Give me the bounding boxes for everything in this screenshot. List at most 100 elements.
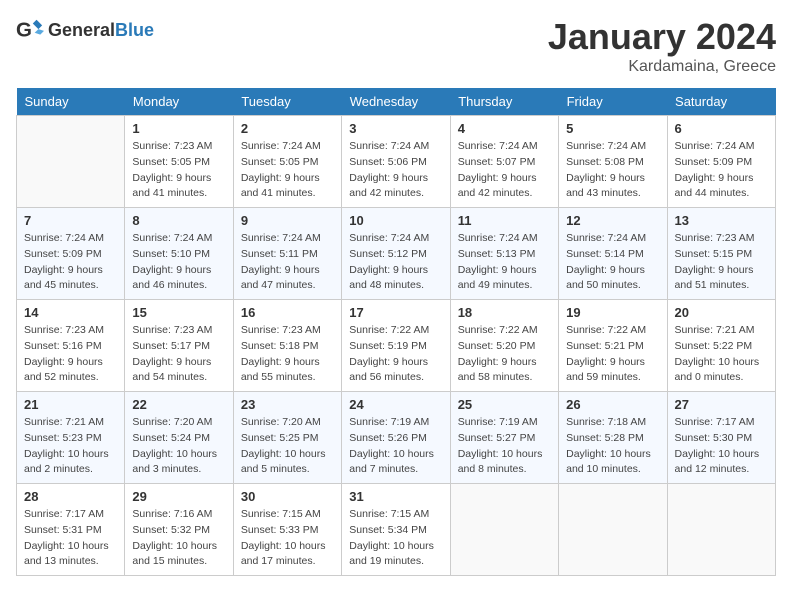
day-number: 10 — [349, 213, 442, 228]
day-number: 26 — [566, 397, 659, 412]
day-number: 9 — [241, 213, 334, 228]
sunrise-label: Sunrise: 7:23 AM — [24, 324, 104, 336]
sunset-label: Sunset: 5:08 PM — [566, 156, 644, 168]
day-number: 15 — [132, 305, 225, 320]
daylight-label: Daylight: 9 hours and 51 minutes. — [675, 264, 754, 292]
daylight-label: Daylight: 10 hours and 5 minutes. — [241, 448, 326, 476]
day-number: 30 — [241, 489, 334, 504]
calendar-cell: 17 Sunrise: 7:22 AM Sunset: 5:19 PM Dayl… — [342, 300, 450, 392]
day-info: Sunrise: 7:23 AM Sunset: 5:16 PM Dayligh… — [24, 323, 117, 386]
day-info: Sunrise: 7:24 AM Sunset: 5:09 PM Dayligh… — [24, 231, 117, 294]
sunrise-label: Sunrise: 7:17 AM — [24, 508, 104, 520]
sunrise-label: Sunrise: 7:20 AM — [132, 416, 212, 428]
sunset-label: Sunset: 5:23 PM — [24, 432, 102, 444]
sunset-label: Sunset: 5:20 PM — [458, 340, 536, 352]
day-number: 25 — [458, 397, 551, 412]
day-info: Sunrise: 7:24 AM Sunset: 5:14 PM Dayligh… — [566, 231, 659, 294]
sunrise-label: Sunrise: 7:15 AM — [349, 508, 429, 520]
weekday-friday: Friday — [559, 88, 667, 116]
day-info: Sunrise: 7:21 AM Sunset: 5:22 PM Dayligh… — [675, 323, 768, 386]
daylight-label: Daylight: 9 hours and 50 minutes. — [566, 264, 645, 292]
day-number: 14 — [24, 305, 117, 320]
daylight-label: Daylight: 9 hours and 49 minutes. — [458, 264, 537, 292]
day-info: Sunrise: 7:22 AM Sunset: 5:19 PM Dayligh… — [349, 323, 442, 386]
day-number: 2 — [241, 121, 334, 136]
daylight-label: Daylight: 9 hours and 41 minutes. — [132, 172, 211, 200]
calendar-cell — [17, 116, 125, 208]
sunrise-label: Sunrise: 7:23 AM — [132, 324, 212, 336]
day-info: Sunrise: 7:23 AM Sunset: 5:15 PM Dayligh… — [675, 231, 768, 294]
calendar-cell: 23 Sunrise: 7:20 AM Sunset: 5:25 PM Dayl… — [233, 392, 341, 484]
calendar-cell: 1 Sunrise: 7:23 AM Sunset: 5:05 PM Dayli… — [125, 116, 233, 208]
calendar-cell: 8 Sunrise: 7:24 AM Sunset: 5:10 PM Dayli… — [125, 208, 233, 300]
daylight-label: Daylight: 9 hours and 42 minutes. — [458, 172, 537, 200]
sunset-label: Sunset: 5:19 PM — [349, 340, 427, 352]
day-info: Sunrise: 7:17 AM Sunset: 5:30 PM Dayligh… — [675, 415, 768, 478]
calendar-cell: 18 Sunrise: 7:22 AM Sunset: 5:20 PM Dayl… — [450, 300, 558, 392]
sunrise-label: Sunrise: 7:17 AM — [675, 416, 755, 428]
sunset-label: Sunset: 5:13 PM — [458, 248, 536, 260]
sunrise-label: Sunrise: 7:20 AM — [241, 416, 321, 428]
calendar-cell: 16 Sunrise: 7:23 AM Sunset: 5:18 PM Dayl… — [233, 300, 341, 392]
sunset-label: Sunset: 5:30 PM — [675, 432, 753, 444]
day-number: 3 — [349, 121, 442, 136]
weekday-saturday: Saturday — [667, 88, 775, 116]
day-number: 22 — [132, 397, 225, 412]
day-number: 1 — [132, 121, 225, 136]
sunrise-label: Sunrise: 7:23 AM — [132, 140, 212, 152]
sunset-label: Sunset: 5:26 PM — [349, 432, 427, 444]
calendar-week-1: 1 Sunrise: 7:23 AM Sunset: 5:05 PM Dayli… — [17, 116, 776, 208]
sunrise-label: Sunrise: 7:24 AM — [241, 232, 321, 244]
sunset-label: Sunset: 5:25 PM — [241, 432, 319, 444]
daylight-label: Daylight: 10 hours and 8 minutes. — [458, 448, 543, 476]
calendar-cell: 14 Sunrise: 7:23 AM Sunset: 5:16 PM Dayl… — [17, 300, 125, 392]
calendar-cell: 19 Sunrise: 7:22 AM Sunset: 5:21 PM Dayl… — [559, 300, 667, 392]
sunrise-label: Sunrise: 7:18 AM — [566, 416, 646, 428]
day-number: 20 — [675, 305, 768, 320]
day-info: Sunrise: 7:15 AM Sunset: 5:33 PM Dayligh… — [241, 507, 334, 570]
calendar-cell — [450, 484, 558, 576]
sunrise-label: Sunrise: 7:19 AM — [349, 416, 429, 428]
calendar-cell — [559, 484, 667, 576]
day-number: 27 — [675, 397, 768, 412]
calendar-cell: 21 Sunrise: 7:21 AM Sunset: 5:23 PM Dayl… — [17, 392, 125, 484]
daylight-label: Daylight: 10 hours and 17 minutes. — [241, 540, 326, 568]
daylight-label: Daylight: 10 hours and 13 minutes. — [24, 540, 109, 568]
sunset-label: Sunset: 5:06 PM — [349, 156, 427, 168]
calendar-cell: 10 Sunrise: 7:24 AM Sunset: 5:12 PM Dayl… — [342, 208, 450, 300]
sunrise-label: Sunrise: 7:22 AM — [566, 324, 646, 336]
daylight-label: Daylight: 9 hours and 58 minutes. — [458, 356, 537, 384]
sunset-label: Sunset: 5:07 PM — [458, 156, 536, 168]
calendar-cell: 28 Sunrise: 7:17 AM Sunset: 5:31 PM Dayl… — [17, 484, 125, 576]
day-info: Sunrise: 7:24 AM Sunset: 5:10 PM Dayligh… — [132, 231, 225, 294]
calendar-week-4: 21 Sunrise: 7:21 AM Sunset: 5:23 PM Dayl… — [17, 392, 776, 484]
sunset-label: Sunset: 5:17 PM — [132, 340, 210, 352]
sunset-label: Sunset: 5:33 PM — [241, 524, 319, 536]
day-number: 16 — [241, 305, 334, 320]
day-info: Sunrise: 7:24 AM Sunset: 5:12 PM Dayligh… — [349, 231, 442, 294]
day-number: 23 — [241, 397, 334, 412]
daylight-label: Daylight: 10 hours and 3 minutes. — [132, 448, 217, 476]
sunset-label: Sunset: 5:21 PM — [566, 340, 644, 352]
day-info: Sunrise: 7:22 AM Sunset: 5:21 PM Dayligh… — [566, 323, 659, 386]
day-number: 8 — [132, 213, 225, 228]
sunset-label: Sunset: 5:05 PM — [132, 156, 210, 168]
sunrise-label: Sunrise: 7:24 AM — [24, 232, 104, 244]
logo-blue: Blue — [115, 20, 154, 40]
day-info: Sunrise: 7:24 AM Sunset: 5:09 PM Dayligh… — [675, 139, 768, 202]
sunrise-label: Sunrise: 7:23 AM — [241, 324, 321, 336]
svg-text:G: G — [16, 19, 32, 42]
sunrise-label: Sunrise: 7:22 AM — [458, 324, 538, 336]
sunset-label: Sunset: 5:27 PM — [458, 432, 536, 444]
month-title: January 2024 — [548, 16, 776, 58]
calendar-cell: 5 Sunrise: 7:24 AM Sunset: 5:08 PM Dayli… — [559, 116, 667, 208]
sunrise-label: Sunrise: 7:24 AM — [349, 140, 429, 152]
sunrise-label: Sunrise: 7:24 AM — [458, 232, 538, 244]
sunrise-label: Sunrise: 7:15 AM — [241, 508, 321, 520]
day-info: Sunrise: 7:22 AM Sunset: 5:20 PM Dayligh… — [458, 323, 551, 386]
sunset-label: Sunset: 5:18 PM — [241, 340, 319, 352]
daylight-label: Daylight: 9 hours and 46 minutes. — [132, 264, 211, 292]
daylight-label: Daylight: 10 hours and 10 minutes. — [566, 448, 651, 476]
calendar-cell: 9 Sunrise: 7:24 AM Sunset: 5:11 PM Dayli… — [233, 208, 341, 300]
daylight-label: Daylight: 10 hours and 0 minutes. — [675, 356, 760, 384]
